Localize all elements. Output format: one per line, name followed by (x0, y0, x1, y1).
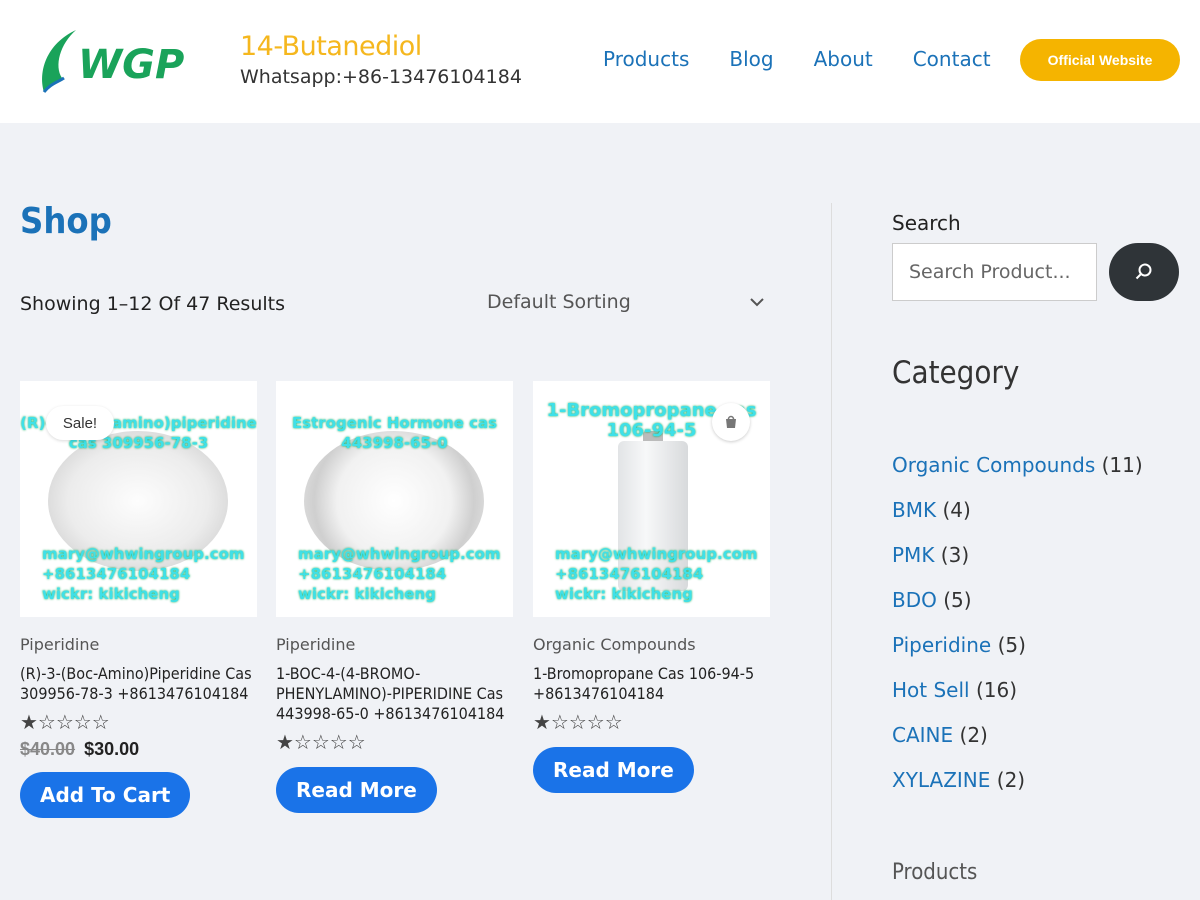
category-item: PMK (3) (892, 543, 1143, 588)
nav-about[interactable]: About (814, 47, 873, 71)
image-watermark-title: Estrogenic Hormone cas 443998-65-0 (291, 414, 498, 452)
chevron-down-icon[interactable] (748, 293, 766, 311)
svg-text:WGP: WGP (78, 42, 184, 88)
image-watermark-contact: mary@whwingroup.com +8613476104184 wickr… (555, 545, 758, 603)
official-website-button[interactable]: Official Website (1020, 39, 1180, 81)
category-link[interactable]: BDO (892, 588, 937, 612)
category-item: Piperidine (5) (892, 633, 1143, 678)
product-image[interactable]: Estrogenic Hormone cas 443998-65-0 mary@… (276, 381, 513, 617)
search-label: Search (892, 211, 961, 235)
page-title: Shop (20, 201, 112, 242)
sorting-select[interactable]: Default Sorting (487, 291, 631, 313)
category-link[interactable]: CAINE (892, 723, 953, 747)
category-count: (2) (959, 723, 988, 747)
rating-stars: ★☆☆☆☆ (20, 712, 110, 734)
category-item: BMK (4) (892, 498, 1143, 543)
site-header: WGP 14-Butanediol Whatsapp:+86-134761041… (0, 0, 1200, 123)
site-tagline: Whatsapp:+86-13476104184 (240, 66, 522, 88)
product-title[interactable]: 1-Bromopropane Cas 106-94-5 +86134761041… (533, 664, 770, 704)
sale-badge: Sale! (46, 406, 114, 440)
nav-contact[interactable]: Contact (913, 47, 991, 71)
image-watermark-contact: mary@whwingroup.com +8613476104184 wickr… (42, 545, 245, 603)
product-image[interactable]: (R)-3-(Boc-amino)piperidine cas 309956-7… (20, 381, 257, 617)
product-image[interactable]: 1-Bromopropane cas 106-94-5 mary@whwingr… (533, 381, 770, 617)
product-category[interactable]: Piperidine (20, 635, 257, 654)
read-more-button[interactable]: Read More (276, 767, 437, 813)
category-link[interactable]: BMK (892, 498, 936, 522)
image-watermark-contact: mary@whwingroup.com +8613476104184 wickr… (298, 545, 501, 603)
product-card: 1-Bromopropane cas 106-94-5 mary@whwingr… (533, 381, 770, 793)
add-to-cart-button[interactable]: Add To Cart (20, 772, 191, 818)
category-title: Category (892, 355, 1020, 391)
product-category[interactable]: Organic Compounds (533, 635, 770, 654)
category-item: BDO (5) (892, 588, 1143, 633)
category-count: (5) (997, 633, 1026, 657)
category-link[interactable]: Piperidine (892, 633, 991, 657)
nav-products[interactable]: Products (603, 47, 689, 71)
wgp-logo[interactable]: WGP (34, 26, 204, 96)
category-count: (11) (1101, 453, 1143, 477)
main-nav: Products Blog About Contact (603, 47, 1031, 71)
rating-stars: ★☆☆☆☆ (533, 712, 623, 734)
category-item: Organic Compounds (11) (892, 453, 1143, 498)
site-title[interactable]: 14-Butanediol (240, 31, 422, 62)
product-title[interactable]: (R)-3-(Boc-Amino)Piperidine Cas 309956-7… (20, 664, 257, 704)
category-count: (16) (975, 678, 1018, 702)
results-count: Showing 1–12 Of 47 Results (20, 293, 285, 315)
category-link[interactable]: Hot Sell (892, 678, 970, 702)
category-item: XYLAZINE (2) (892, 768, 1143, 813)
search-input[interactable]: Search Product... (892, 243, 1097, 301)
category-list: Organic Compounds (11) BMK (4) PMK (3) B… (892, 453, 1143, 813)
product-card: Estrogenic Hormone cas 443998-65-0 mary@… (276, 381, 513, 813)
product-title[interactable]: 1-BOC-4-(4-BROMO-PHENYLAMINO)-PIPERIDINE… (276, 664, 513, 724)
rating-stars: ★☆☆☆☆ (276, 732, 366, 754)
search-button[interactable] (1109, 243, 1179, 301)
category-count: (4) (942, 498, 971, 522)
nav-blog[interactable]: Blog (729, 47, 773, 71)
products-widget-title: Products (892, 860, 978, 885)
product-category[interactable]: Piperidine (276, 635, 513, 654)
search-placeholder: Search Product... (909, 261, 1071, 283)
product-price: $40.00 $30.00 (20, 739, 257, 760)
category-count: (3) (940, 543, 970, 567)
category-link[interactable]: PMK (892, 543, 934, 567)
category-item: Hot Sell (16) (892, 678, 1143, 723)
search-icon (1135, 263, 1152, 280)
category-link[interactable]: XYLAZINE (892, 768, 990, 792)
category-link[interactable]: Organic Compounds (892, 453, 1095, 477)
sidebar-divider (831, 203, 832, 900)
read-more-button[interactable]: Read More (533, 747, 694, 793)
category-count: (2) (996, 768, 1026, 792)
category-item: CAINE (2) (892, 723, 1143, 768)
sale-price: $30.00 (84, 739, 140, 759)
category-count: (5) (943, 588, 972, 612)
old-price: $40.00 (20, 739, 76, 759)
cart-icon[interactable] (712, 403, 750, 441)
product-card: (R)-3-(Boc-amino)piperidine cas 309956-7… (20, 381, 257, 818)
